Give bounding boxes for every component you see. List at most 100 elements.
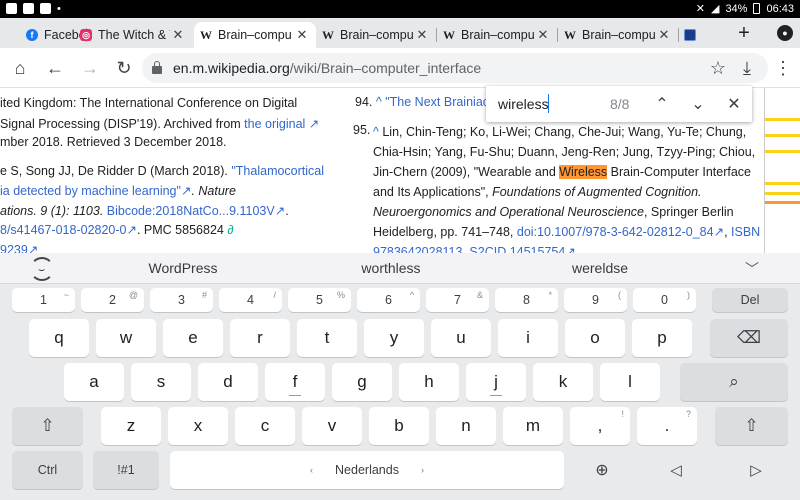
globe-icon[interactable]: ⊕ (572, 451, 632, 489)
ref-line: ia detected by machine learning"↗. Natur… (0, 184, 236, 198)
tab-title: The Witch & T (98, 28, 170, 42)
key-w[interactable]: w (96, 319, 156, 357)
suggestion-2[interactable]: worthless (321, 260, 461, 276)
key-8[interactable]: 8 * (495, 288, 558, 312)
new-tab-button[interactable]: + (733, 22, 755, 44)
key-4[interactable]: 4/ (219, 288, 282, 312)
key-2[interactable]: 2 @ (81, 288, 144, 312)
backspace-key[interactable]: ⌫ (710, 319, 788, 357)
url-path: /wiki/Brain–computer_interface (289, 60, 482, 76)
key-v[interactable]: v (302, 407, 362, 445)
space-bar[interactable]: ‹ Nederlands › (170, 451, 564, 489)
backlink-caret[interactable]: ^ (376, 95, 382, 109)
tab-instagram[interactable]: ◎ The Witch & T ✕ (74, 22, 192, 48)
key-u[interactable]: u (431, 319, 491, 357)
shift-key-right[interactable]: ⇧ (715, 407, 788, 445)
key-l[interactable]: l (600, 363, 660, 401)
chevron-down-icon[interactable]: ﹀ (745, 259, 759, 279)
key-0[interactable]: 0) (633, 288, 696, 312)
key-k[interactable]: k (533, 363, 593, 401)
bookmark-star-icon[interactable]: ☆ (706, 56, 730, 80)
original-link[interactable]: the original (244, 117, 305, 131)
find-input[interactable]: wireless (498, 96, 549, 112)
key-d[interactable]: d (198, 363, 258, 401)
incognito-icon[interactable]: ● (774, 22, 796, 44)
address-bar[interactable]: en.m.wikipedia.org/wiki/Brain–computer_i… (142, 53, 768, 83)
symbols-key[interactable]: !#1 (93, 451, 159, 489)
tab-brain-computer-3[interactable]: W Brain–compu ✕ (437, 22, 558, 48)
find-marker (765, 182, 800, 185)
key-1[interactable]: 1 ~ (12, 288, 75, 312)
nav-back-icon[interactable]: ◁ (646, 451, 706, 489)
s2cid-link[interactable]: S2CID 14515754 (469, 245, 565, 253)
shift-key-left[interactable]: ⇧ (12, 407, 83, 445)
bibcode-link[interactable]: Bibcode:2018NatCo...9.1103V (107, 204, 275, 218)
pmid-link[interactable]: 9239 (0, 243, 28, 253)
close-tab-icon[interactable]: ✕ (294, 27, 310, 43)
close-tab-icon[interactable]: ✕ (535, 27, 551, 43)
key-x[interactable]: x (168, 407, 228, 445)
menu-icon[interactable]: ⋮ (771, 56, 795, 80)
key-t[interactable]: t (297, 319, 357, 357)
key-j[interactable]: j (466, 363, 526, 401)
search-key[interactable]: ⌕ (680, 363, 788, 401)
close-tab-icon[interactable]: ✕ (656, 27, 672, 43)
key-comma[interactable]: ,! (570, 407, 630, 445)
ctrl-key[interactable]: Ctrl (12, 451, 83, 489)
key-f[interactable]: f (265, 363, 325, 401)
download-icon[interactable]: ⤓ (735, 56, 759, 80)
suggestion-1[interactable]: WordPress (113, 260, 253, 276)
key-b[interactable]: b (369, 407, 429, 445)
key-3[interactable]: 3 # (150, 288, 213, 312)
tab-calendar[interactable] (680, 22, 704, 48)
backlink-caret[interactable]: ^ (373, 125, 379, 139)
key-a[interactable]: a (64, 363, 124, 401)
video-notification-icon (23, 3, 34, 14)
key-period[interactable]: .? (637, 407, 697, 445)
key-h[interactable]: h (399, 363, 459, 401)
close-tab-icon[interactable]: ✕ (414, 27, 430, 43)
text-caret (548, 94, 549, 113)
key-g[interactable]: g (332, 363, 392, 401)
key-y[interactable]: y (364, 319, 424, 357)
key-5[interactable]: 5% (288, 288, 351, 312)
back-button[interactable]: ← (43, 56, 67, 80)
doi-link-left[interactable]: 8/s41467-018-02820-0 (0, 223, 127, 237)
home-button[interactable]: ⌂ (8, 56, 32, 80)
key-p[interactable]: p (632, 319, 692, 357)
doi-link[interactable]: doi:10.1007/978-3-642-02812-0_84 (517, 225, 714, 239)
suggestion-3[interactable]: wereldse (530, 260, 670, 276)
key-i[interactable]: i (498, 319, 558, 357)
ref-line: ited Kingdom: The International Conferen… (0, 96, 298, 110)
key-c[interactable]: c (235, 407, 295, 445)
external-link-icon: ↗ (27, 243, 39, 253)
key-q[interactable]: q (29, 319, 89, 357)
key-6[interactable]: 6 ^ (357, 288, 420, 312)
find-close-button[interactable]: ✕ (722, 92, 746, 116)
delete-key[interactable]: Del (712, 288, 788, 312)
key-z[interactable]: z (101, 407, 161, 445)
thalamocortical-link[interactable]: "Thalamocortical (231, 164, 324, 178)
url-text[interactable]: en.m.wikipedia.org/wiki/Brain–computer_i… (173, 60, 481, 76)
key-e[interactable]: e (163, 319, 223, 357)
key-9[interactable]: 9( (564, 288, 627, 312)
key-s[interactable]: s (131, 363, 191, 401)
key-o[interactable]: o (565, 319, 625, 357)
close-tab-icon[interactable]: ✕ (170, 27, 186, 43)
next-brainiacs-link[interactable]: "The Next Brainiacs" (385, 95, 499, 109)
key-7[interactable]: 7 & (426, 288, 489, 312)
find-previous-button[interactable]: ⌃ (650, 92, 674, 116)
tab-brain-computer-4[interactable]: W Brain–compu ✕ (558, 22, 679, 48)
ref-line: e S, Song JJ, De Ridder D (March 2018). … (0, 164, 325, 178)
reload-button[interactable]: ↻ (112, 56, 136, 80)
find-next-button[interactable]: ⌄ (686, 92, 710, 116)
key-r[interactable]: r (230, 319, 290, 357)
tab-brain-computer-2[interactable]: W Brain–compu ✕ (316, 22, 437, 48)
key-n[interactable]: n (436, 407, 496, 445)
thalamocortical-link-cont[interactable]: ia detected by machine learning" (0, 184, 181, 198)
forward-button[interactable]: → (78, 56, 102, 80)
find-result-scroll-markers[interactable] (765, 88, 800, 253)
tab-brain-computer-active[interactable]: W Brain–compu ✕ (194, 22, 316, 48)
key-m[interactable]: m (503, 407, 563, 445)
nav-forward-icon[interactable]: ▷ (726, 451, 786, 489)
